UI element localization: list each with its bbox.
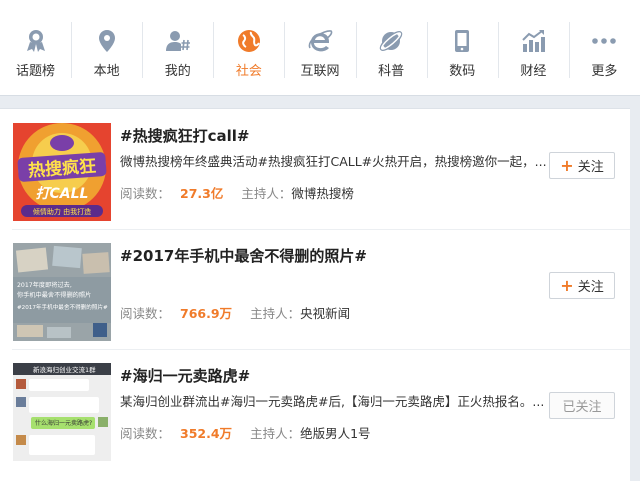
host-label: 主持人： <box>241 186 292 201</box>
topic-description: 某海归创业群流出#海归一元卖路虎#后,【海归一元卖路虎】正火热报名。... <box>120 394 545 409</box>
nav-item-8[interactable]: 更多 <box>568 0 640 95</box>
nav-item-5[interactable]: 科普 <box>355 0 427 95</box>
browser-e-icon <box>307 28 333 54</box>
topic-description: 微博热搜榜年终盛典活动#热搜疯狂打CALL#火热开启，热搜榜邀你一起，... <box>120 154 547 169</box>
location-pin-icon <box>94 28 120 54</box>
thumb-text: #2017年手机中最舍不得删的照片# <box>17 303 108 311</box>
topic-meta: 阅读数： 766.9万 主持人：央视新闻 <box>120 303 350 322</box>
follow-button[interactable]: + 关注 <box>549 152 615 179</box>
nav-item-label: 我的 <box>164 64 191 79</box>
nav-item-7[interactable]: 财经 <box>497 0 569 95</box>
thumb-text: 什么海归一元卖路虎? <box>35 419 92 427</box>
thumb-text: 你手机中最舍不得删的照片 <box>17 291 91 299</box>
category-nav: 话题榜 本地 我的 社会 互联网 科普 数码 财经 更多 <box>0 0 640 96</box>
nav-item-label: 互联网 <box>300 64 340 79</box>
plus-icon: + <box>560 156 574 175</box>
topic-card[interactable]: 新浪海归创业交流1群 什么海归一元卖路虎? #海归一元卖路虎# 某海归创业群流出#… <box>0 349 630 469</box>
nav-item-1[interactable]: 本地 <box>71 0 142 95</box>
read-count: 766.9万 <box>180 306 233 321</box>
plus-icon: + <box>560 276 574 295</box>
read-count: 27.3亿 <box>180 186 224 201</box>
topic-title[interactable]: #海归一元卖路虎# <box>120 365 250 386</box>
nav-item-label: 本地 <box>93 64 120 79</box>
phone-icon <box>449 28 475 54</box>
nav-item-label: 科普 <box>378 64 405 79</box>
topic-meta: 阅读数： 27.3亿 主持人：微博热搜榜 <box>120 183 354 202</box>
nav-item-2[interactable]: 我的 <box>142 0 213 95</box>
topic-title[interactable]: #热搜疯狂打call# <box>120 125 249 146</box>
nav-item-label: 社会 <box>235 64 262 79</box>
topic-list: 热搜疯狂 打CALL 倾情助力 由我打造 #热搜疯狂打call# 微博热搜榜年终盛… <box>0 108 630 481</box>
thumb-text: 新浪海归创业交流1群 <box>33 365 96 374</box>
thumb-text: 打CALL <box>36 185 89 202</box>
nav-item-4[interactable]: 互联网 <box>284 0 355 95</box>
follow-button[interactable]: + 关注 <box>549 272 615 299</box>
trend-chart-icon <box>520 28 546 54</box>
nav-item-0[interactable]: 话题榜 <box>0 0 71 95</box>
user-hashtag-icon <box>165 28 191 54</box>
nav-item-3[interactable]: 社会 <box>213 0 284 95</box>
topic-thumbnail[interactable]: 新浪海归创业交流1群 什么海归一元卖路虎? <box>13 363 111 461</box>
host-name[interactable]: 微博热搜榜 <box>291 186 354 201</box>
topic-thumbnail[interactable]: 热搜疯狂 打CALL 倾情助力 由我打造 <box>13 123 111 221</box>
topic-meta: 阅读数： 352.4万 主持人：绝版男人1号 <box>120 423 371 442</box>
nav-item-label: 话题榜 <box>16 64 56 79</box>
read-count-label: 阅读数： <box>120 306 171 321</box>
followed-button[interactable]: 已关注 <box>549 392 615 419</box>
follow-button-label: 关注 <box>577 160 604 175</box>
follow-button-label: 关注 <box>577 280 604 295</box>
host-label: 主持人： <box>250 306 301 321</box>
host-label: 主持人： <box>250 426 301 441</box>
nav-item-label: 财经 <box>520 64 547 79</box>
read-count: 352.4万 <box>180 426 233 441</box>
host-name[interactable]: 央视新闻 <box>300 306 350 321</box>
follow-button-label: 已关注 <box>562 400 602 415</box>
medal-icon <box>23 28 49 54</box>
topic-card[interactable]: 2017年度即将过去, 你手机中最舍不得删的照片 #2017年手机中最舍不得删的… <box>0 229 630 349</box>
globe-icon <box>236 28 262 54</box>
nav-item-6[interactable]: 数码 <box>426 0 498 95</box>
read-count-label: 阅读数： <box>120 186 171 201</box>
planet-icon <box>378 28 404 54</box>
thumb-text: 2017年度即将过去, <box>17 281 72 289</box>
more-dots-icon <box>591 28 617 54</box>
host-name[interactable]: 绝版男人1号 <box>300 426 370 441</box>
thumb-text: 倾情助力 由我打造 <box>33 207 91 216</box>
read-count-label: 阅读数： <box>120 426 171 441</box>
topic-title[interactable]: #2017年手机中最舍不得删的照片# <box>120 245 367 266</box>
topic-card[interactable]: 热搜疯狂 打CALL 倾情助力 由我打造 #热搜疯狂打call# 微博热搜榜年终盛… <box>0 109 630 229</box>
nav-item-label: 数码 <box>449 64 476 79</box>
nav-item-label: 更多 <box>591 64 618 79</box>
topic-thumbnail[interactable]: 2017年度即将过去, 你手机中最舍不得删的照片 #2017年手机中最舍不得删的… <box>13 243 111 341</box>
